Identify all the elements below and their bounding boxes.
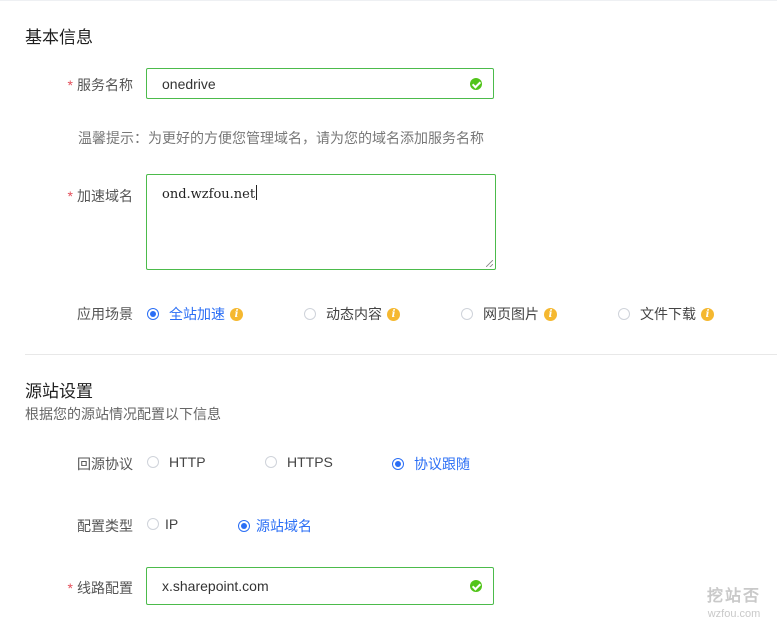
section-desc-origin: 根据您的源站情况配置以下信息 [25, 406, 221, 422]
check-circle-icon [470, 78, 482, 90]
scene-option-label: 动态内容 [326, 306, 382, 322]
required-mark: * [67, 580, 73, 596]
resize-handle[interactable] [486, 260, 493, 267]
route-value: x.sharepoint.com [162, 578, 269, 594]
top-border [0, 0, 777, 1]
radio-icon[interactable] [618, 308, 630, 320]
watermark-url: wzfou.com [707, 608, 761, 620]
protocol-option-label: 协议跟随 [414, 456, 470, 472]
scene-option-download[interactable]: 文件下载 i [618, 304, 714, 324]
service-name-value: onedrive [162, 76, 216, 92]
radio-icon[interactable] [147, 456, 159, 468]
protocol-option-http[interactable]: HTTP [147, 454, 206, 470]
required-mark: * [67, 188, 73, 204]
service-name-hint: 温馨提示：为更好的方便您管理域名，请为您的域名添加服务名称 [78, 130, 484, 146]
protocol-option-follow[interactable]: 协议跟随 [392, 454, 470, 474]
section-title-basic: 基本信息 [25, 28, 93, 47]
check-circle-icon [470, 580, 482, 592]
scene-option-images[interactable]: 网页图片 i [461, 304, 557, 324]
config-type-option-label: IP [165, 516, 179, 532]
config-type-label: 配置类型 [77, 518, 133, 534]
radio-icon[interactable] [304, 308, 316, 320]
info-circle-icon[interactable]: i [701, 307, 714, 321]
radio-selected-icon[interactable] [392, 458, 404, 470]
radio-icon[interactable] [461, 308, 473, 320]
radio-selected-icon[interactable] [238, 520, 250, 532]
info-circle-icon[interactable]: i [230, 307, 243, 321]
scene-option-label: 文件下载 [640, 306, 696, 322]
protocol-option-https[interactable]: HTTPS [265, 454, 333, 470]
domain-value: ond.wzfou.net [162, 185, 258, 202]
required-mark: * [67, 77, 73, 93]
service-name-field[interactable]: onedrive [146, 68, 494, 99]
section-divider [25, 354, 777, 355]
radio-selected-icon[interactable] [147, 308, 159, 320]
radio-icon[interactable] [147, 518, 159, 530]
watermark: 挖站否 wzfou.com [707, 582, 761, 620]
scene-option-label: 网页图片 [483, 306, 539, 322]
domain-label: * 加速域名 [67, 188, 133, 204]
scene-label: 应用场景 [77, 306, 133, 322]
scene-option-label: 全站加速 [169, 306, 225, 322]
route-label: * 线路配置 [67, 580, 133, 596]
protocol-option-label: HTTP [169, 454, 206, 470]
scene-option-full[interactable]: 全站加速 i [147, 304, 243, 324]
config-type-option-label: 源站域名 [256, 518, 312, 534]
service-name-label: * 服务名称 [67, 77, 133, 93]
info-circle-icon[interactable]: i [387, 307, 400, 321]
section-title-origin: 源站设置 [25, 382, 93, 401]
protocol-label: 回源协议 [77, 456, 133, 472]
radio-icon[interactable] [265, 456, 277, 468]
info-circle-icon[interactable]: i [544, 307, 557, 321]
scene-option-dynamic[interactable]: 动态内容 i [304, 304, 400, 324]
config-type-option-domain[interactable]: 源站域名 [238, 516, 312, 536]
domain-textarea[interactable]: ond.wzfou.net [146, 174, 496, 270]
route-field[interactable]: x.sharepoint.com [146, 567, 494, 605]
text-caret [256, 185, 258, 200]
config-type-option-ip[interactable]: IP [147, 516, 178, 532]
protocol-option-label: HTTPS [287, 454, 333, 470]
watermark-logo-text: 挖站否 [706, 588, 761, 605]
